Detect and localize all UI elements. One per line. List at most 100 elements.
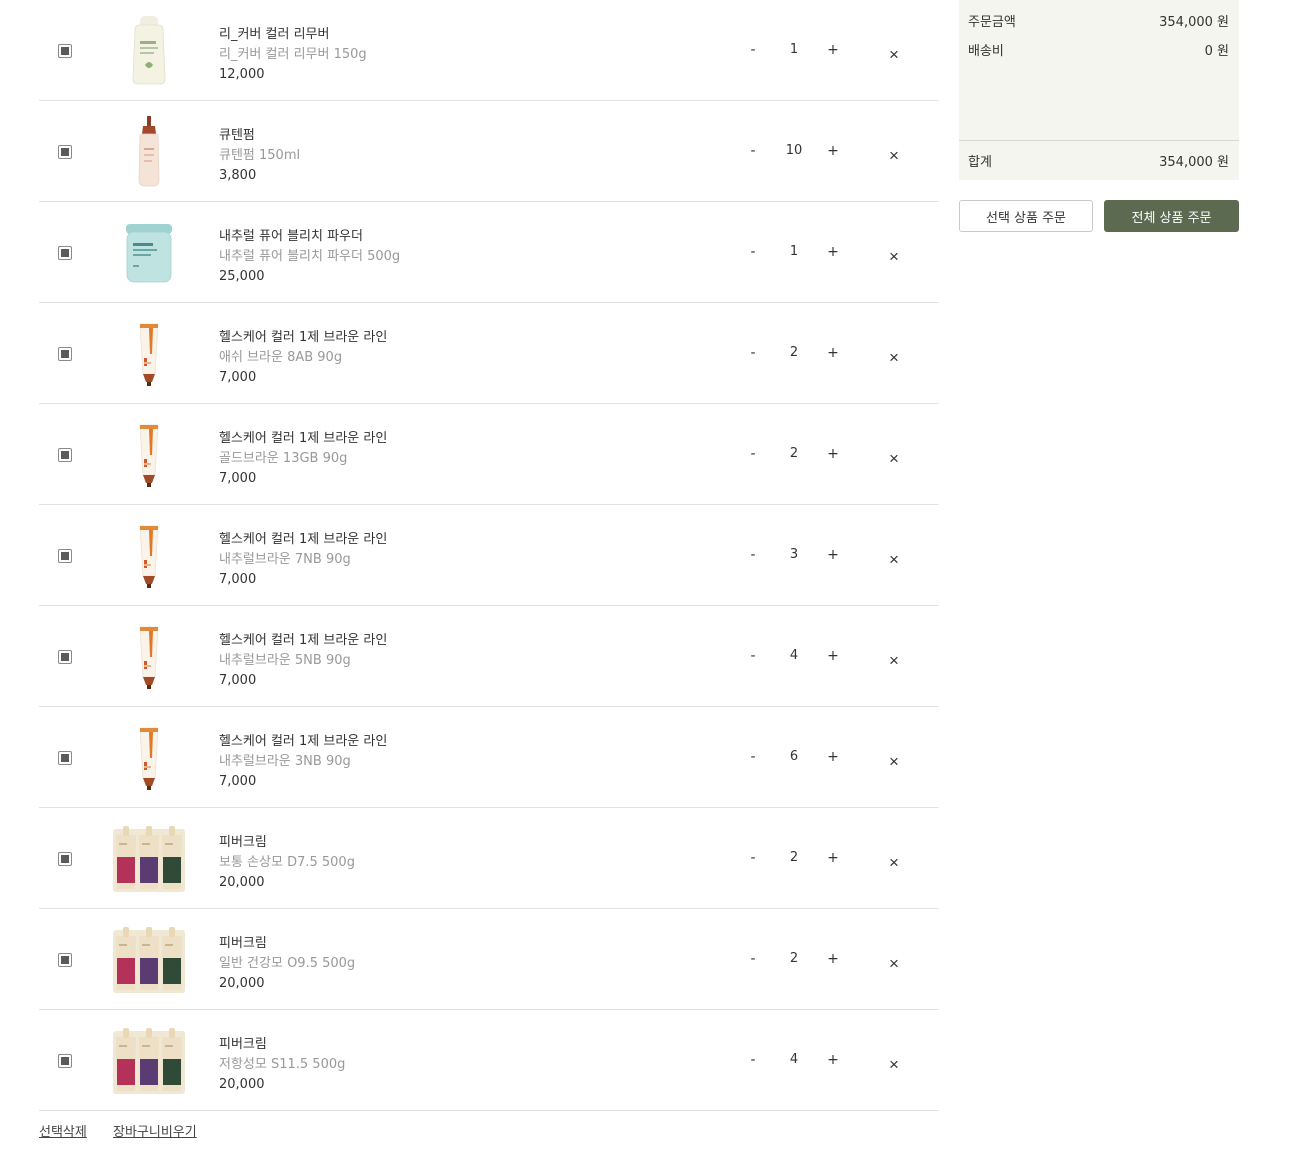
item-checkbox[interactable] [58,953,72,967]
tube-image[interactable] [109,417,189,492]
qty-minus-button[interactable]: - [743,343,763,363]
item-price: 20,000 [219,976,265,991]
remove-item-icon[interactable]: × [883,1054,905,1076]
order-summary: 주문금액 354,000 원 배송비 0 원 합계 354,000 원 [959,0,1239,180]
bottle-image[interactable] [109,13,189,88]
qty-plus-button[interactable]: + [823,747,843,767]
qty-plus-button[interactable]: + [823,646,843,666]
qty-plus-button[interactable]: + [823,1050,843,1070]
order-selected-button[interactable]: 선택 상품 주문 [959,200,1093,232]
remove-item-icon[interactable]: × [883,549,905,571]
shipping-value: 0 원 [1204,44,1229,59]
cart-row: 피버크림 보통 손상모 D7.5 500g 20,000 - 2 + × [39,808,939,909]
qty-minus-button[interactable]: - [743,747,763,767]
tube-image[interactable] [109,316,189,391]
item-option: 보통 손상모 D7.5 500g [219,855,355,870]
item-name[interactable]: 헬스케어 컬러 1제 브라운 라인 [219,429,387,449]
pouch-set-image[interactable] [109,1023,189,1098]
cart-row: 내추럴 퓨어 블리치 파우더 내추럴 퓨어 블리치 파우더 500g 25,000 -… [39,202,939,303]
tube-image[interactable] [109,720,189,795]
item-price: 7,000 [219,572,257,587]
delete-selected-link[interactable]: 선택삭제 [39,1125,87,1140]
qty-plus-button[interactable]: + [823,141,843,161]
item-info: 헬스케어 컬러 1제 브라운 라인 애쉬 브라운 8AB 90g 7,000 [219,328,387,387]
qty-minus-button[interactable]: - [743,1050,763,1070]
empty-cart-link[interactable]: 장바구니비우기 [113,1125,197,1140]
item-info: 큐텐펌 큐텐펌 150ml 3,800 [219,126,300,185]
qty-minus-button[interactable]: - [743,848,763,868]
qty-minus-button[interactable]: - [743,40,763,60]
cart-row: 리_커버 컬러 리무버 리_커버 컬러 리무버 150g 12,000 - 1 + × [39,0,939,101]
remove-item-icon[interactable]: × [883,852,905,874]
item-name[interactable]: 피버크림 [219,934,355,954]
item-checkbox[interactable] [58,751,72,765]
dropper-bottle-image[interactable] [109,114,189,189]
cart-row: 피버크림 저항성모 S11.5 500g 20,000 - 4 + × [39,1010,939,1111]
qty-value: 2 [789,345,799,360]
pouch-set-image[interactable] [109,821,189,896]
qty-minus-button[interactable]: - [743,242,763,262]
qty-plus-button[interactable]: + [823,40,843,60]
item-price: 7,000 [219,370,257,385]
item-name[interactable]: 헬스케어 컬러 1제 브라운 라인 [219,732,387,752]
item-name[interactable]: 피버크림 [219,1035,345,1055]
item-checkbox[interactable] [58,852,72,866]
qty-minus-button[interactable]: - [743,141,763,161]
qty-value: 4 [789,648,799,663]
qty-minus-button[interactable]: - [743,646,763,666]
qty-plus-button[interactable]: + [823,343,843,363]
qty-minus-button[interactable]: - [743,444,763,464]
qty-minus-button[interactable]: - [743,545,763,565]
jar-image[interactable] [109,215,189,290]
remove-item-icon[interactable]: × [883,145,905,167]
item-name[interactable]: 헬스케어 컬러 1제 브라운 라인 [219,631,387,651]
tube-image[interactable] [109,619,189,694]
remove-item-icon[interactable]: × [883,246,905,268]
item-checkbox[interactable] [58,246,72,260]
qty-plus-button[interactable]: + [823,545,843,565]
qty-plus-button[interactable]: + [823,242,843,262]
order-buttons: 선택 상품 주문 전체 상품 주문 [959,200,1239,232]
shipping-label: 배송비 [968,44,1004,59]
item-checkbox[interactable] [58,1054,72,1068]
cart-row: 큐텐펌 큐텐펌 150ml 3,800 - 10 + × [39,101,939,202]
item-info: 리_커버 컬러 리무버 리_커버 컬러 리무버 150g 12,000 [219,25,367,84]
item-info: 헬스케어 컬러 1제 브라운 라인 내추럴브라운 3NB 90g 7,000 [219,732,387,791]
item-name[interactable]: 리_커버 컬러 리무버 [219,25,367,45]
item-info: 피버크림 저항성모 S11.5 500g 20,000 [219,1035,345,1094]
item-name[interactable]: 내추럴 퓨어 블리치 파우더 [219,227,400,247]
item-checkbox[interactable] [58,448,72,462]
item-name[interactable]: 헬스케어 컬러 1제 브라운 라인 [219,530,387,550]
item-checkbox[interactable] [58,650,72,664]
order-amount-label: 주문금액 [968,15,1016,30]
remove-item-icon[interactable]: × [883,650,905,672]
remove-item-icon[interactable]: × [883,44,905,66]
item-option: 리_커버 컬러 리무버 150g [219,47,367,62]
qty-minus-button[interactable]: - [743,949,763,969]
qty-plus-button[interactable]: + [823,949,843,969]
order-all-button[interactable]: 전체 상품 주문 [1104,200,1239,232]
cart-row: 헬스케어 컬러 1제 브라운 라인 애쉬 브라운 8AB 90g 7,000 - 2 + × [39,303,939,404]
item-name[interactable]: 피버크림 [219,833,355,853]
remove-item-icon[interactable]: × [883,953,905,975]
item-name[interactable]: 헬스케어 컬러 1제 브라운 라인 [219,328,387,348]
remove-item-icon[interactable]: × [883,448,905,470]
shipping-row: 배송비 0 원 [968,40,1229,59]
remove-item-icon[interactable]: × [883,751,905,773]
item-name[interactable]: 큐텐펌 [219,126,300,146]
remove-item-icon[interactable]: × [883,347,905,369]
item-checkbox[interactable] [58,44,72,58]
item-option: 내추럴브라운 7NB 90g [219,552,351,567]
total-row: 합계 354,000 원 [968,151,1229,170]
item-checkbox[interactable] [58,145,72,159]
item-checkbox[interactable] [58,549,72,563]
qty-plus-button[interactable]: + [823,848,843,868]
qty-value: 2 [789,850,799,865]
pouch-set-image[interactable] [109,922,189,997]
item-info: 헬스케어 컬러 1제 브라운 라인내추럴브라운 7NB 90g 7,000 [219,530,387,589]
cart-row: 헬스케어 컬러 1제 브라운 라인 내추럴브라운 5NB 90g 7,000 - 4 + × [39,606,939,707]
qty-plus-button[interactable]: + [823,444,843,464]
tube-image[interactable] [109,518,189,593]
item-checkbox[interactable] [58,347,72,361]
item-price: 7,000 [219,774,257,789]
